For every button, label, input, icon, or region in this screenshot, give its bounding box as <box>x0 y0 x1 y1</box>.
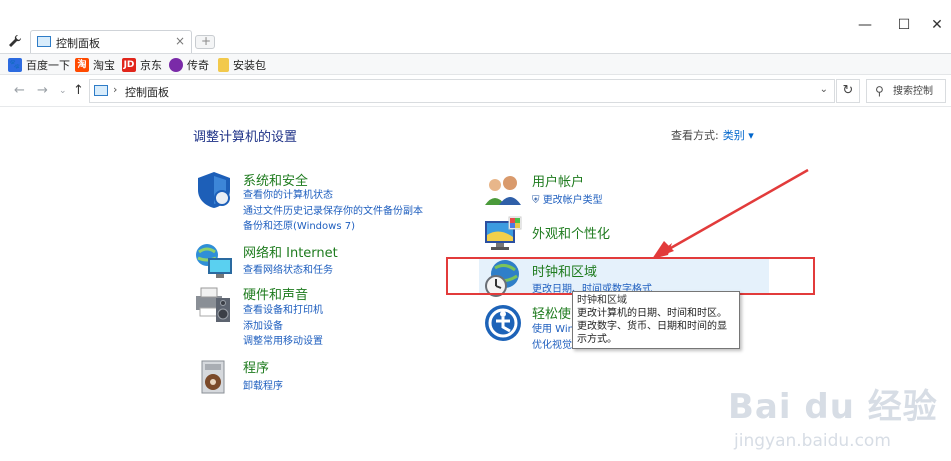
uac-shield-icon: ⛨ <box>532 195 540 206</box>
bookmark-jd[interactable]: JD 京东 <box>122 57 162 73</box>
baidu-paw-icon: 🐾 <box>8 58 22 72</box>
search-input[interactable] <box>893 83 945 99</box>
category-link[interactable]: 优化视觉 <box>532 336 572 351</box>
search-box[interactable]: ⚲ <box>866 79 946 103</box>
breadcrumb-separator: › <box>113 83 118 96</box>
watermark-logo: Bai du 经验 <box>728 387 938 427</box>
monitor-palette-icon[interactable] <box>483 215 523 255</box>
users-icon[interactable] <box>483 171 523 211</box>
category-link[interactable]: 查看你的计算机状态 <box>243 186 333 201</box>
category-title[interactable]: 用户帐户 <box>532 171 584 190</box>
category-title[interactable]: 网络和 Internet <box>243 242 338 261</box>
accessibility-icon[interactable] <box>483 303 523 343</box>
category-link[interactable]: 更改帐户类型 <box>543 195 603 206</box>
view-by: 查看方式: 类别 ▾ <box>671 127 754 143</box>
plus-icon: + <box>201 34 212 48</box>
category-title[interactable]: 程序 <box>243 357 269 376</box>
up-arrow-icon[interactable]: ↑ <box>73 83 84 98</box>
bookmark-label: 传奇 <box>187 59 209 72</box>
tooltip-body: 更改计算机的日期、时间和时区。更改数字、货币、日期和时间的显示方式。 <box>577 308 727 345</box>
bookmark-label: 淘宝 <box>93 59 115 72</box>
search-icon: ⚲ <box>875 84 884 98</box>
bookmark-baidu[interactable]: 🐾 百度一下 <box>8 57 70 73</box>
control-panel-icon <box>37 36 51 47</box>
printer-speaker-icon[interactable] <box>194 284 234 324</box>
tab-title: 控制面板 <box>56 37 100 50</box>
bookmarks-bar: 🐾 百度一下 淘 淘宝 JD 京东 传奇 安装包 <box>0 53 951 75</box>
history-dropdown-icon[interactable]: ⌄ <box>59 86 67 96</box>
tooltip-clock-region: 时钟和区域 更改计算机的日期、时间和时区。更改数字、货币、日期和时间的显示方式。 <box>572 291 740 349</box>
refresh-button[interactable]: ↻ <box>836 79 860 103</box>
maximize-button[interactable]: ☐ <box>895 16 913 34</box>
category-link[interactable]: 添加设备 <box>243 317 283 332</box>
tab-control-panel[interactable]: 控制面板 × <box>30 30 192 53</box>
bookmark-label: 百度一下 <box>26 59 70 72</box>
address-row: ← → ⌄ ↑ › 控制面板 ⌄ ↻ ⚲ <box>0 75 951 107</box>
category-link[interactable]: 备份和还原(Windows 7) <box>243 217 355 232</box>
shield-icon[interactable] <box>194 170 234 210</box>
watermark-url: jingyan.baidu.com <box>734 431 891 451</box>
bookmark-chuanqi[interactable]: 传奇 <box>169 57 209 73</box>
minimize-button[interactable]: — <box>856 16 874 34</box>
jd-icon: JD <box>122 58 136 72</box>
category-link[interactable]: 查看网络状态和任务 <box>243 261 333 276</box>
game-icon <box>169 58 183 72</box>
back-arrow-icon[interactable]: ← <box>14 83 25 98</box>
forward-arrow-icon[interactable]: → <box>37 83 48 98</box>
tooltip-title: 时钟和区域 <box>577 295 627 306</box>
taobao-icon: 淘 <box>75 58 89 72</box>
view-by-label: 查看方式: <box>671 129 719 142</box>
baidu-jingyan-watermark: Bai du 经验 jingyan.baidu.com <box>728 379 948 459</box>
view-by-dropdown[interactable]: 类别 ▾ <box>723 129 754 142</box>
bookmark-taobao[interactable]: 淘 淘宝 <box>75 57 115 73</box>
control-panel-icon <box>94 85 108 96</box>
breadcrumb-control-panel[interactable]: 控制面板 <box>125 84 169 100</box>
bookmark-label: 安装包 <box>233 59 266 72</box>
category-link-with-shield[interactable]: ⛨ 更改帐户类型 <box>532 191 603 206</box>
browser-title-bar: 控制面板 × + — ☐ ✕ <box>0 0 951 53</box>
bookmark-installer[interactable]: 安装包 <box>218 57 266 73</box>
category-link[interactable]: 通过文件历史记录保存你的文件备份副本 <box>243 202 423 217</box>
wrench-icon[interactable] <box>8 34 22 48</box>
category-link[interactable]: 查看设备和打印机 <box>243 301 323 316</box>
category-link[interactable]: 使用 Win <box>532 320 574 335</box>
annotation-arrow <box>652 168 809 259</box>
category-link[interactable]: 卸载程序 <box>243 377 283 392</box>
category-title[interactable]: 外观和个性化 <box>532 223 610 242</box>
tab-close-icon[interactable]: × <box>175 34 185 48</box>
category-link[interactable]: 调整常用移动设置 <box>243 332 323 347</box>
bookmark-label: 京东 <box>140 59 162 72</box>
chevron-down-icon[interactable]: ⌄ <box>820 84 828 95</box>
folder-icon <box>218 58 229 72</box>
network-globe-icon[interactable] <box>194 242 234 282</box>
address-bar[interactable]: › 控制面板 ⌄ <box>89 79 835 103</box>
close-window-button[interactable]: ✕ <box>928 16 946 34</box>
new-tab-button[interactable]: + <box>195 34 215 49</box>
page-title: 调整计算机的设置 <box>193 130 298 145</box>
programs-disc-icon[interactable] <box>194 357 234 397</box>
